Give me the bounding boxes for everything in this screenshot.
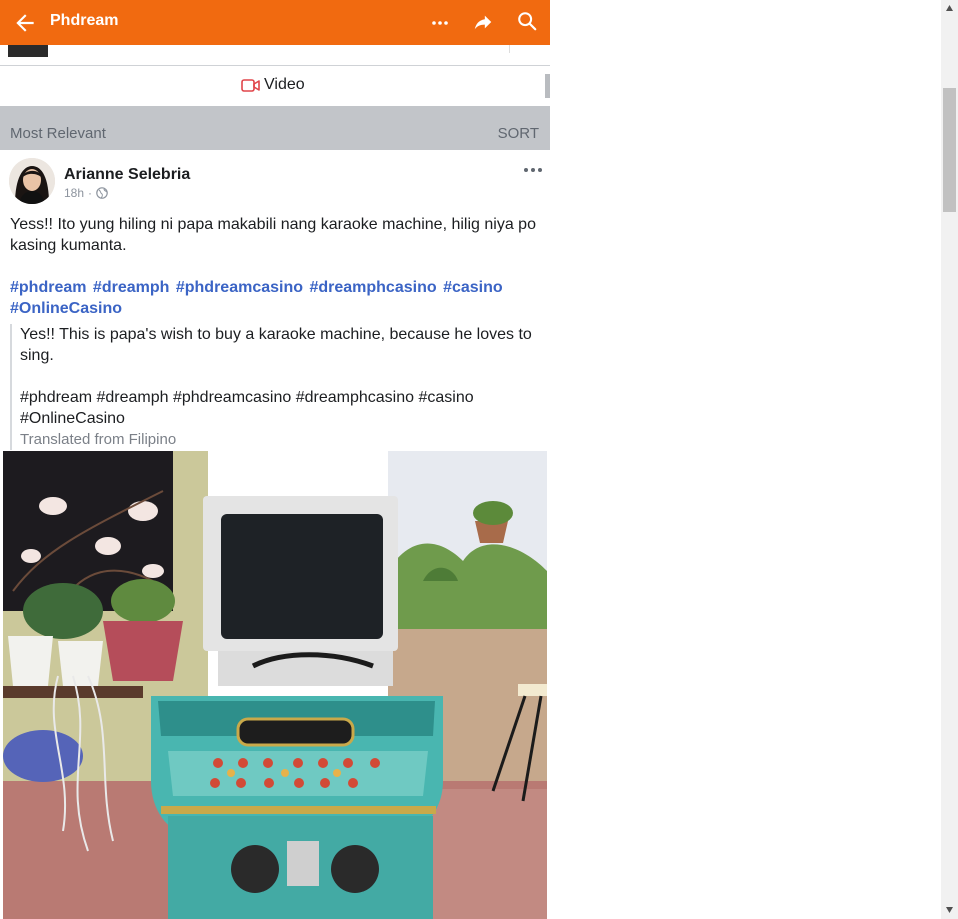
translation-note[interactable]: Translated from Filipino [20,429,535,450]
translated-hashtags: #phdream #dreamph #phdreamcasino #dreamp… [20,389,474,427]
video-camera-icon [241,79,260,92]
divider [509,45,510,53]
hashtag-list: #phdream #dreamph #phdreamcasino #dreamp… [10,277,540,319]
scrollbar-thumb[interactable] [943,88,956,212]
post-time[interactable]: 18h [64,186,84,200]
page-scrollbar[interactable] [941,0,958,919]
scroll-down-icon[interactable] [945,906,954,914]
most-relevant-label: Most Relevant [10,125,106,142]
author-name[interactable]: Arianne Selebria [64,166,190,184]
translation-block: Yes!! This is papa's wish to buy a karao… [10,324,535,450]
post-options-icon[interactable] [523,166,543,174]
horizontal-scroll-handle[interactable] [545,74,550,98]
hashtag-link[interactable]: #dreamphcasino [309,279,436,296]
previous-post-strip [0,45,550,65]
comments-sort-bar: Most Relevant SORT [0,106,550,150]
hashtag-link[interactable]: #casino [443,279,503,296]
video-button[interactable]: Video [0,66,550,106]
search-icon[interactable] [516,10,538,32]
back-arrow-icon[interactable] [12,10,38,36]
post-text: Yess!! Ito yung hiling ni papa makabili … [10,216,536,254]
hashtag-link[interactable]: #dreamph [93,279,169,296]
video-label: Video [264,76,305,93]
scroll-up-icon[interactable] [945,4,954,12]
hashtag-link[interactable]: #phdream [10,279,86,296]
post: Arianne Selebria 18h · Yess!! Ito yung h… [0,150,550,919]
previous-thumbnail [8,45,48,57]
translated-text: Yes!! This is papa's wish to buy a karao… [20,326,532,364]
more-dots-icon[interactable] [430,10,450,36]
top-app-bar: Phdream [0,0,550,45]
hashtag-link[interactable]: #OnlineCasino [10,300,122,317]
meta-separator: · [88,186,93,200]
avatar[interactable] [9,158,55,204]
hashtag-link[interactable]: #phdreamcasino [176,279,303,296]
globe-icon [96,187,108,199]
page-title: Phdream [50,12,119,29]
share-icon[interactable] [472,11,494,33]
post-meta: 18h · [64,186,108,200]
post-photo[interactable] [3,451,547,919]
sort-button[interactable]: SORT [498,125,539,142]
app-viewport: Phdream Video Most Relevant SORT Arianne… [0,0,550,919]
